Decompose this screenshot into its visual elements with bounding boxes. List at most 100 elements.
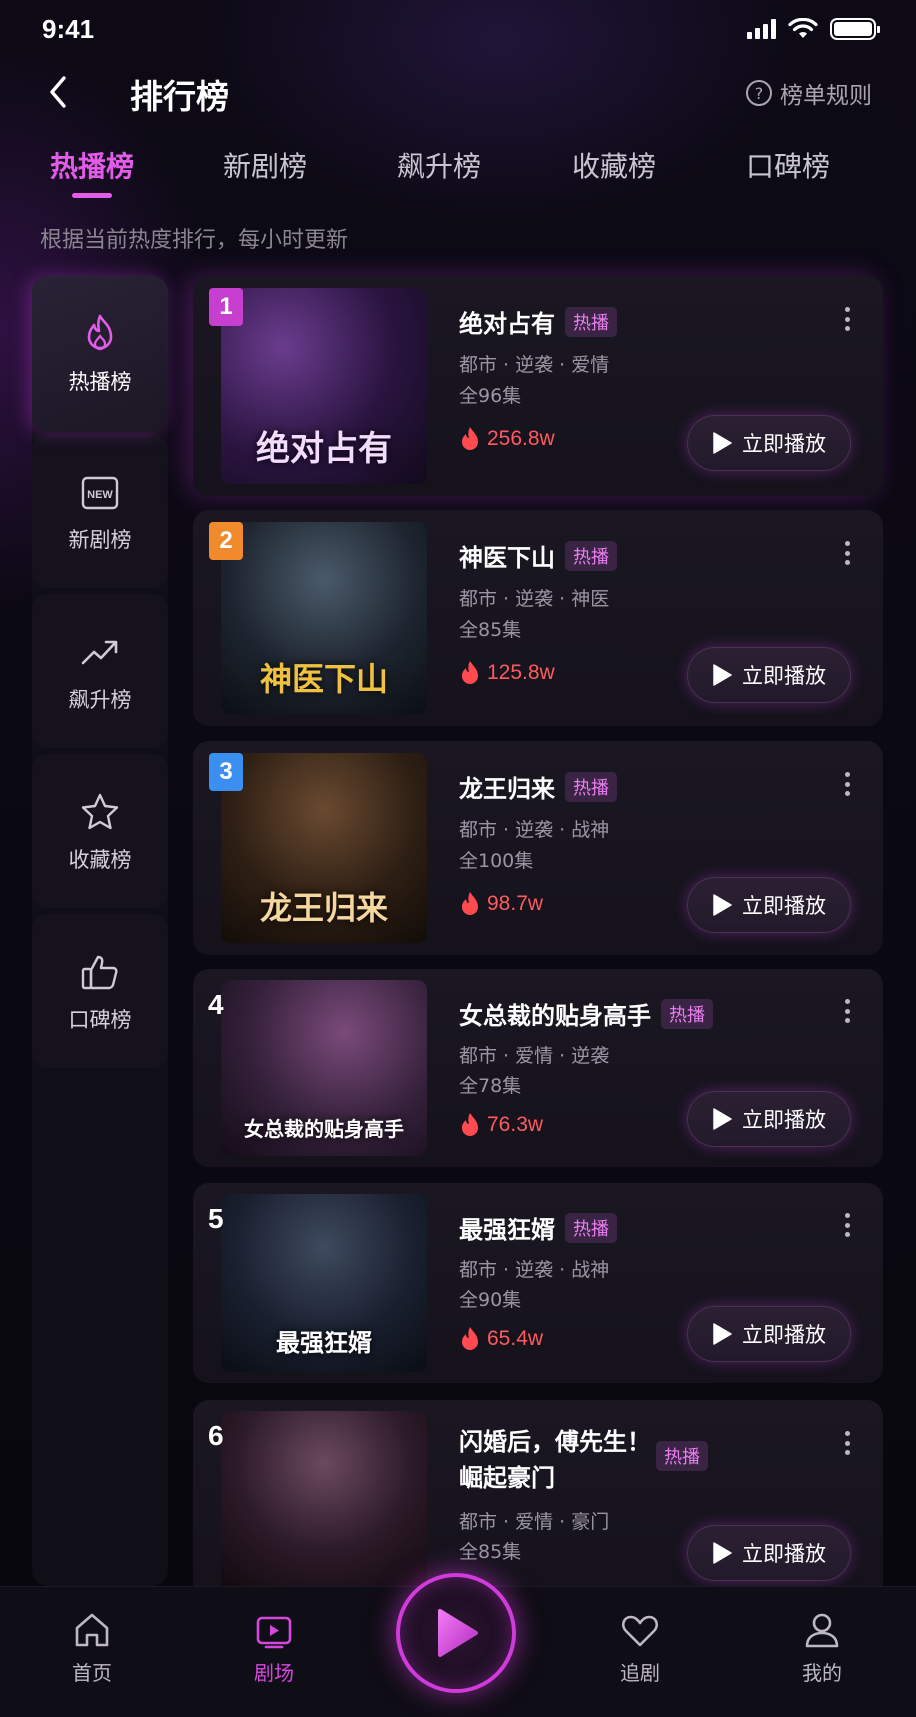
poster-image[interactable]: 女总裁的贴身高手 bbox=[221, 980, 427, 1156]
drama-title[interactable]: 女总裁的贴身高手 热播 bbox=[459, 996, 713, 1031]
tabbar-profile[interactable]: 我的 bbox=[772, 1609, 872, 1686]
drama-card[interactable]: 2 神医下山 神医下山 热播 都市 · 逆袭 · 神医 全85集 125.8w 立… bbox=[193, 510, 883, 726]
poster-image[interactable]: 龙王归来 bbox=[221, 753, 427, 943]
play-icon bbox=[713, 1323, 732, 1345]
sidebar-item-hot[interactable]: 热播榜 bbox=[32, 276, 168, 432]
back-button[interactable] bbox=[44, 72, 74, 112]
heat-value: 65.4w bbox=[459, 1326, 543, 1352]
tab-hot[interactable]: 热播榜 bbox=[22, 145, 162, 198]
tab-favorites[interactable]: 收藏榜 bbox=[544, 145, 684, 185]
play-icon bbox=[713, 1108, 732, 1130]
more-options-button[interactable] bbox=[837, 538, 857, 568]
play-label: 立即播放 bbox=[742, 432, 826, 456]
ranking-tabs: 热播榜 新剧榜 飙升榜 收藏榜 口碑榜 bbox=[0, 145, 916, 205]
status-icons bbox=[747, 18, 880, 40]
poster-title: 女总裁的贴身高手 bbox=[244, 1117, 404, 1141]
poster-image[interactable]: 绝对占有 bbox=[221, 288, 427, 484]
more-options-button[interactable] bbox=[837, 996, 857, 1026]
hot-tag: 热播 bbox=[565, 1213, 617, 1243]
tabbar-label: 追剧 bbox=[620, 1661, 660, 1685]
tabbar-label: 首页 bbox=[72, 1661, 112, 1685]
tab-reputation[interactable]: 口碑榜 bbox=[718, 145, 858, 185]
thumbs-up-icon bbox=[81, 955, 118, 990]
episode-count: 全96集 bbox=[459, 385, 522, 407]
play-now-button[interactable]: 立即播放 bbox=[687, 415, 851, 471]
play-now-button[interactable]: 立即播放 bbox=[687, 1525, 851, 1581]
play-label: 立即播放 bbox=[742, 894, 826, 918]
poster-title: 绝对占有 bbox=[256, 429, 392, 469]
episode-count: 全90集 bbox=[459, 1289, 522, 1311]
tabbar-follow[interactable]: 追剧 bbox=[590, 1609, 690, 1686]
sidebar-item-favorites[interactable]: 收藏榜 bbox=[32, 754, 168, 910]
drama-title[interactable]: 绝对占有 热播 bbox=[459, 304, 617, 339]
flame-icon bbox=[87, 314, 113, 351]
sidebar-item-new[interactable]: NEW 新剧榜 bbox=[32, 434, 168, 590]
drama-title[interactable]: 闪婚后，傅先生！ 崛起豪门 bbox=[459, 1424, 651, 1496]
heat-flame-icon bbox=[462, 1327, 478, 1350]
tab-rising[interactable]: 飙升榜 bbox=[369, 145, 509, 185]
drama-title-text: 绝对占有 bbox=[459, 310, 555, 338]
drama-card[interactable]: 3 龙王归来 龙王归来 热播 都市 · 逆袭 · 战神 全100集 98.7w 立… bbox=[193, 741, 883, 955]
battery-icon bbox=[830, 18, 880, 40]
play-now-button[interactable]: 立即播放 bbox=[687, 1091, 851, 1147]
sidebar-item-label: 口碑榜 bbox=[68, 1008, 132, 1032]
more-options-button[interactable] bbox=[837, 304, 857, 334]
theater-icon bbox=[256, 1616, 292, 1649]
center-play-button[interactable] bbox=[396, 1573, 516, 1693]
drama-card[interactable]: 1 绝对占有 绝对占有 热播 都市 · 逆袭 · 爱情 全96集 256.8w 立… bbox=[193, 276, 883, 496]
drama-title-text: 女总裁的贴身高手 bbox=[459, 1002, 651, 1030]
heat-flame-icon bbox=[462, 892, 478, 915]
sidebar-item-reputation[interactable]: 口碑榜 bbox=[32, 914, 168, 1070]
drama-card[interactable]: 5 最强狂婿 最强狂婿 热播 都市 · 逆袭 · 战神 全90集 65.4w 立即… bbox=[193, 1183, 883, 1383]
status-bar: 9:41 bbox=[0, 0, 916, 60]
new-icon: NEW bbox=[81, 476, 119, 510]
drama-genres: 都市 · 逆袭 · 战神 bbox=[459, 1259, 610, 1281]
play-icon bbox=[713, 432, 732, 454]
play-now-button[interactable]: 立即播放 bbox=[687, 647, 851, 703]
drama-title[interactable]: 龙王归来 热播 bbox=[459, 769, 617, 804]
sidebar-item-rising[interactable]: 飙升榜 bbox=[32, 594, 168, 750]
status-time: 9:41 bbox=[42, 14, 95, 44]
poster-image[interactable]: 神医下山 bbox=[221, 522, 427, 714]
play-label: 立即播放 bbox=[742, 664, 826, 688]
drama-title[interactable]: 神医下山 热播 bbox=[459, 538, 617, 573]
rules-button[interactable]: ? 榜单规则 bbox=[746, 76, 872, 110]
drama-card[interactable]: 6 闪婚后，傅先生！ 崛起豪门 热播 都市 · 爱情 · 豪门 全85集 立即播… bbox=[193, 1400, 883, 1586]
sidebar-item-label: 热播榜 bbox=[68, 370, 132, 394]
play-label: 立即播放 bbox=[742, 1108, 826, 1132]
help-icon: ? bbox=[746, 80, 772, 106]
tabbar-home[interactable]: 首页 bbox=[42, 1609, 142, 1686]
tab-new[interactable]: 新剧榜 bbox=[195, 145, 335, 185]
poster-image[interactable] bbox=[221, 1411, 427, 1586]
play-now-button[interactable]: 立即播放 bbox=[687, 877, 851, 933]
rank-number: 5 bbox=[208, 1203, 224, 1234]
heart-icon bbox=[621, 1615, 659, 1647]
poster-image[interactable]: 最强狂婿 bbox=[221, 1194, 427, 1372]
drama-card[interactable]: 4 女总裁的贴身高手 女总裁的贴身高手 热播 都市 · 爱情 · 逆袭 全78集 … bbox=[193, 969, 883, 1167]
heat-flame-icon bbox=[462, 1113, 478, 1136]
drama-title-text: 神医下山 bbox=[459, 544, 555, 572]
heat-text: 256.8w bbox=[487, 427, 555, 450]
heat-flame-icon bbox=[462, 661, 478, 684]
more-options-button[interactable] bbox=[837, 769, 857, 799]
star-icon bbox=[81, 793, 119, 830]
heat-text: 65.4w bbox=[487, 1327, 544, 1350]
play-now-button[interactable]: 立即播放 bbox=[687, 1306, 851, 1362]
play-icon bbox=[713, 894, 732, 916]
episode-count: 全78集 bbox=[459, 1075, 522, 1097]
play-icon bbox=[713, 1542, 732, 1564]
home-icon bbox=[75, 1613, 109, 1647]
more-options-button[interactable] bbox=[837, 1210, 857, 1240]
poster-title: 最强狂婿 bbox=[276, 1329, 372, 1357]
drama-title[interactable]: 最强狂婿 热播 bbox=[459, 1210, 617, 1245]
drama-genres: 都市 · 逆袭 · 爱情 bbox=[459, 354, 610, 376]
profile-icon bbox=[805, 1613, 839, 1648]
more-options-button[interactable] bbox=[837, 1428, 857, 1458]
drama-genres: 都市 · 爱情 · 逆袭 bbox=[459, 1045, 610, 1067]
play-icon bbox=[438, 1609, 478, 1657]
tabbar-theater[interactable]: 剧场 bbox=[224, 1609, 324, 1686]
heat-value: 76.3w bbox=[459, 1112, 543, 1138]
heat-value: 125.8w bbox=[459, 660, 555, 686]
poster-title: 神医下山 bbox=[259, 660, 388, 698]
sidebar-item-label: 收藏榜 bbox=[68, 848, 132, 872]
